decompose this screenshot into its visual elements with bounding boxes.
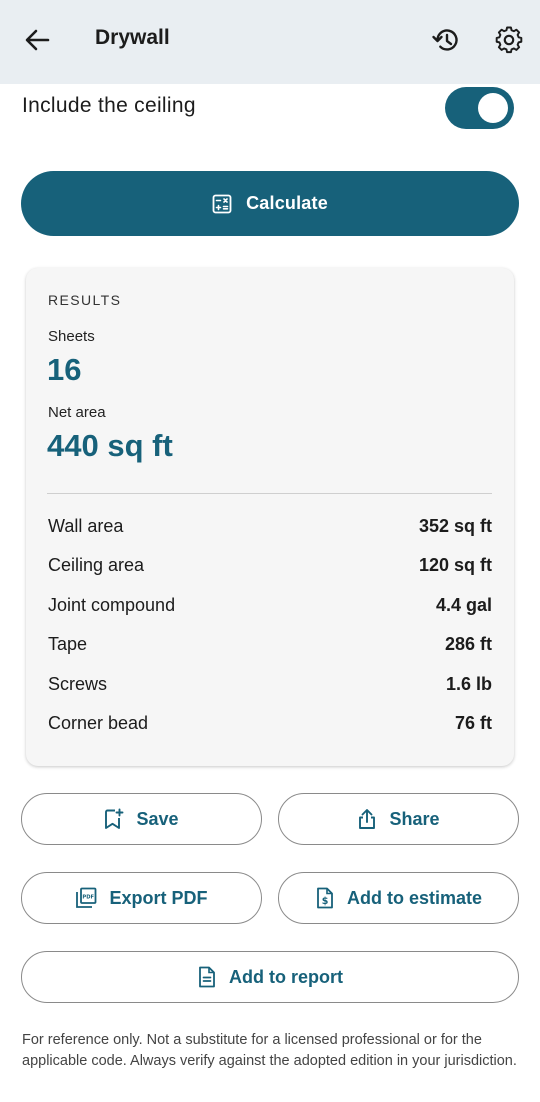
svg-text:$: $ xyxy=(322,896,329,907)
row-label: Joint compound xyxy=(48,594,176,615)
results-rows: Wall area 352 sq ft Ceiling area 120 sq … xyxy=(48,516,492,752)
app-bar: Drywall xyxy=(0,0,540,84)
svg-text:PDF: PDF xyxy=(83,894,95,900)
include-ceiling-label: Include the ceiling xyxy=(22,94,196,117)
result-row-joint-compound: Joint compound 4.4 gal xyxy=(48,595,492,634)
sheets-label: Sheets xyxy=(48,328,95,345)
gear-icon xyxy=(495,26,523,54)
bookmark-add-icon xyxy=(105,808,124,829)
result-row-ceiling-area: Ceiling area 120 sq ft xyxy=(48,555,492,594)
arrow-left-icon xyxy=(25,29,50,51)
net-area-value: 440 sq ft xyxy=(47,428,173,463)
row-label: Corner bead xyxy=(48,712,149,733)
sheets-value: 16 xyxy=(47,352,82,387)
invoice-dollar-icon: $ xyxy=(317,887,333,909)
disclaimer-text: For reference only. Not a substitute for… xyxy=(22,1032,517,1069)
result-row-screws: Screws 1.6 lb xyxy=(48,674,492,713)
results-heading: RESULTS xyxy=(48,292,122,308)
results-card: RESULTS Sheets 16 Net area 440 sq ft Wal… xyxy=(26,268,514,766)
history-icon xyxy=(432,29,458,51)
row-value: 352 sq ft xyxy=(418,516,492,536)
row-value: 4.4 gal xyxy=(435,594,492,615)
include-ceiling-toggle[interactable] xyxy=(445,87,514,129)
pdf-icon: PDF xyxy=(76,887,97,908)
export-pdf-button[interactable]: PDF Export PDF xyxy=(21,872,262,924)
settings-button[interactable] xyxy=(491,22,527,58)
share-label: Share xyxy=(389,808,440,829)
row-label: Tape xyxy=(48,634,88,655)
row-label: Ceiling area xyxy=(48,555,145,576)
row-label: Wall area xyxy=(48,516,124,536)
back-button[interactable] xyxy=(20,24,54,56)
save-label: Save xyxy=(136,808,179,829)
row-value: 286 ft xyxy=(444,634,492,655)
toggle-knob xyxy=(478,93,508,123)
row-label: Screws xyxy=(48,673,108,694)
row-value: 120 sq ft xyxy=(418,555,492,576)
share-button[interactable]: Share xyxy=(278,793,519,845)
save-button[interactable]: Save xyxy=(21,793,262,845)
row-value: 1.6 lb xyxy=(445,673,492,694)
history-button[interactable] xyxy=(428,22,464,58)
result-row-corner-bead: Corner bead 76 ft xyxy=(48,713,492,752)
calculate-label: Calculate xyxy=(246,193,328,213)
result-row-wall-area: Wall area 352 sq ft xyxy=(48,516,492,555)
calculate-button[interactable]: Calculate xyxy=(21,171,519,236)
share-icon xyxy=(359,809,376,829)
add-to-estimate-label: Add to estimate xyxy=(346,887,483,908)
export-pdf-label: Export PDF xyxy=(109,887,208,908)
add-to-estimate-button[interactable]: $ Add to estimate xyxy=(278,872,519,924)
calculator-icon xyxy=(212,194,232,213)
results-divider xyxy=(47,493,492,494)
row-value: 76 ft xyxy=(454,712,492,733)
add-to-report-label: Add to report xyxy=(229,966,343,987)
add-to-report-button[interactable]: Add to report xyxy=(21,951,519,1003)
net-area-label: Net area xyxy=(48,404,106,421)
page-title: Drywall xyxy=(95,26,170,49)
document-icon xyxy=(199,966,215,988)
result-row-tape: Tape 286 ft xyxy=(48,634,492,673)
